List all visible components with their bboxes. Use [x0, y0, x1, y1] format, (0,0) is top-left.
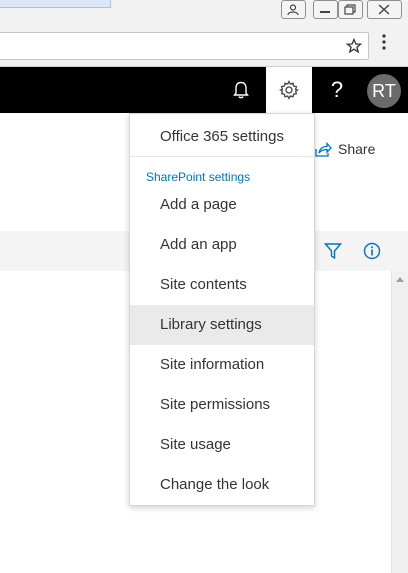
menu-section-heading: SharePoint settings [146, 170, 251, 184]
filter-icon[interactable] [324, 242, 342, 260]
menu-item-add-a-page[interactable]: Add a page [130, 185, 314, 225]
address-bar[interactable] [0, 32, 369, 60]
bell-icon [233, 81, 249, 99]
vertical-scrollbar[interactable] [391, 271, 408, 573]
bookmark-star-icon[interactable] [346, 38, 362, 54]
browser-toolbar [0, 22, 408, 67]
menu-item-label: Add a page [160, 196, 237, 213]
menu-divider [130, 156, 314, 157]
menu-item-label: Office 365 settings [160, 128, 284, 145]
share-icon [315, 142, 332, 157]
minimize-icon [320, 11, 330, 13]
menu-item-change-the-look[interactable]: Change the look [130, 465, 314, 505]
help-button[interactable]: ? [314, 67, 360, 113]
avatar[interactable]: RT [367, 74, 401, 108]
menu-item-label: Site information [160, 356, 265, 373]
menu-item-label: Add an app [160, 236, 237, 253]
gear-icon [279, 80, 299, 100]
menu-item-label: Site contents [160, 276, 247, 293]
profile-button[interactable] [281, 0, 306, 19]
restore-icon [344, 4, 356, 15]
person-icon [287, 4, 299, 15]
restore-button[interactable] [338, 0, 363, 19]
close-button[interactable] [367, 0, 402, 19]
menu-item-site-usage[interactable]: Site usage [130, 425, 314, 465]
menu-item-label: Site usage [160, 436, 231, 453]
minimize-button[interactable] [313, 0, 338, 19]
menu-item-site-information[interactable]: Site information [130, 345, 314, 385]
close-icon [378, 4, 390, 15]
browser-tab[interactable] [0, 0, 111, 8]
menu-item-add-an-app[interactable]: Add an app [130, 225, 314, 265]
settings-button[interactable] [266, 67, 312, 113]
suite-bar: ? RT [0, 67, 408, 113]
info-icon[interactable] [363, 242, 381, 260]
scroll-up-arrow-icon[interactable] [396, 277, 404, 282]
menu-item-label: Change the look [160, 476, 270, 493]
notifications-button[interactable] [218, 67, 264, 113]
menu-item-library-settings[interactable]: Library settings [130, 305, 314, 345]
browser-menu-icon[interactable] [381, 34, 387, 50]
menu-item-label: Library settings [160, 316, 262, 333]
menu-item-label: Site permissions [160, 396, 271, 413]
browser-titlebar [0, 0, 408, 22]
menu-item-office-365-settings[interactable]: Office 365 settings [130, 117, 314, 157]
share-label: Share [338, 141, 376, 157]
menu-item-site-permissions[interactable]: Site permissions [130, 385, 314, 425]
menu-item-site-contents[interactable]: Site contents [130, 265, 314, 305]
settings-menu: Office 365 settings SharePoint settings … [129, 113, 315, 506]
